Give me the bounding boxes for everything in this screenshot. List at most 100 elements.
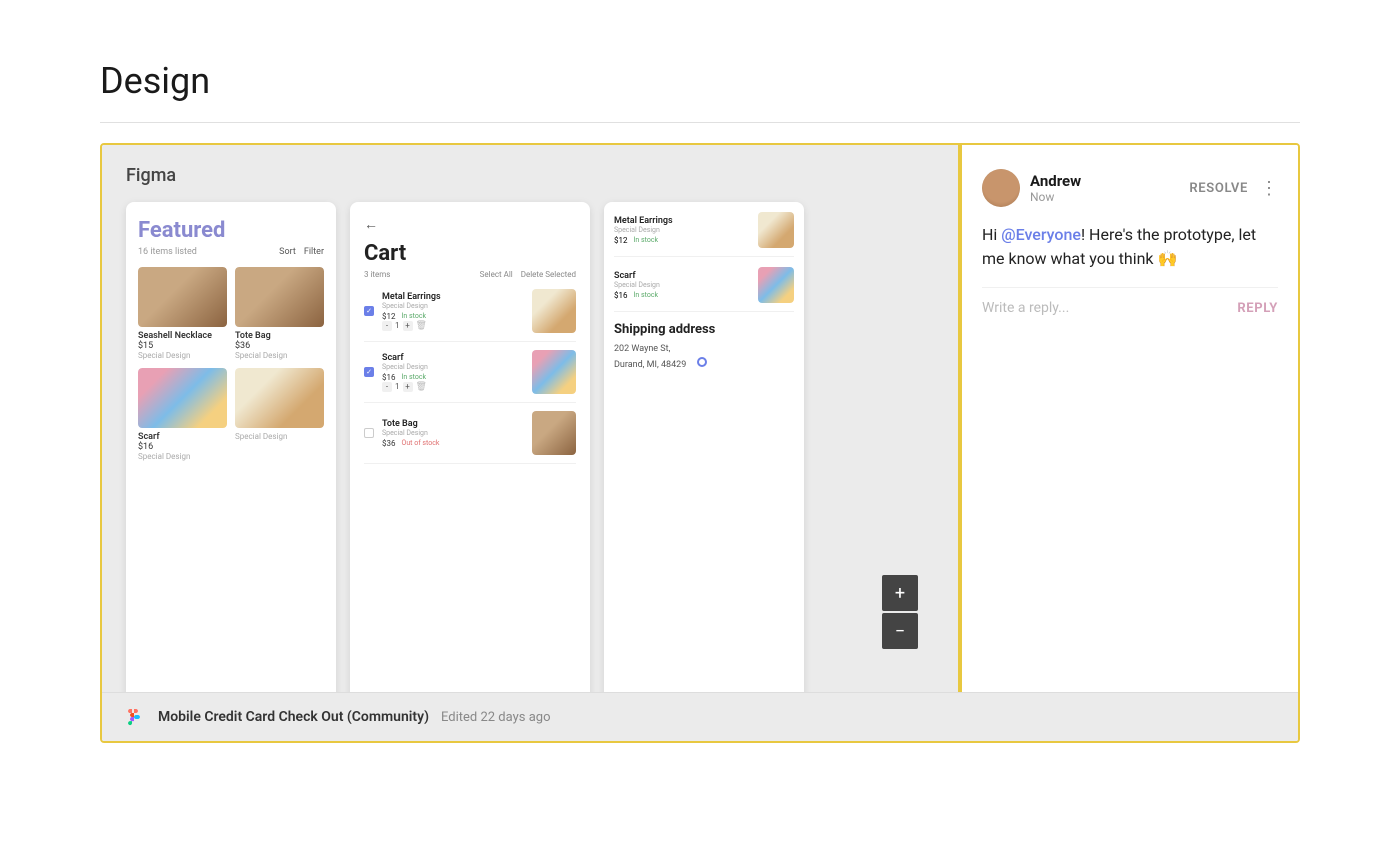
comment-text-pre: Hi	[982, 225, 1001, 244]
shipping-section: Shipping address 202 Wayne St, Durand, M…	[614, 322, 794, 372]
product-sub: Special Design	[138, 351, 227, 360]
list-item[interactable]: Special Design	[235, 368, 324, 461]
cart-item-stock: In stock	[402, 373, 427, 381]
cart-meta-actions: Select All Delete Selected	[480, 270, 576, 279]
cart-checkbox-checked[interactable]: ✓	[364, 367, 374, 377]
comment-timestamp: Now	[1030, 190, 1179, 204]
cart-item-stock: In stock	[402, 312, 427, 320]
featured-items-count: 16 items listed	[138, 247, 197, 257]
cart-detail-panel: Metal Earrings Special Design $12 In sto…	[604, 202, 804, 692]
cart-item-price-row: $36 Out of stock	[382, 439, 524, 448]
featured-meta-actions: Sort Filter	[279, 247, 324, 257]
cart-items-count: 3 items	[364, 270, 390, 279]
comment-panel: Andrew Now RESOLVE ⋮ Hi @Everyone! Here'…	[958, 145, 1298, 692]
cart-meta: 3 items Select All Delete Selected	[364, 270, 576, 279]
cart-item-info: Scarf Special Design $16 In stock - 1 +	[382, 353, 524, 392]
cart-item-sub: Special Design	[382, 429, 524, 437]
cart-item-info: Tote Bag Special Design $36 Out of stock	[382, 419, 524, 448]
cart-item-stock: Out of stock	[402, 439, 440, 447]
cart-item-name: Scarf	[382, 353, 524, 363]
cart-list-item: ✓ Metal Earrings Special Design $12 In s…	[364, 289, 576, 342]
product-image	[138, 368, 227, 428]
footer-filename: Mobile Credit Card Check Out (Community)	[158, 709, 429, 725]
comment-author-info: Andrew Now	[1030, 172, 1179, 204]
cart-detail-item-name: Metal Earrings	[614, 216, 750, 226]
comment-author-name: Andrew	[1030, 172, 1179, 190]
product-name: Scarf	[138, 432, 227, 442]
comment-mention[interactable]: @Everyone	[1001, 225, 1081, 244]
reply-area: Write a reply... REPLY	[982, 287, 1278, 316]
cart-item-image	[532, 350, 576, 394]
qty-control: - 1 + 🗑	[382, 382, 524, 392]
cart-checkbox-checked[interactable]: ✓	[364, 306, 374, 316]
product-sub: Special Design	[235, 432, 324, 441]
list-item[interactable]: Scarf $16 Special Design	[138, 368, 227, 461]
cart-detail-image	[758, 212, 794, 248]
reply-input-placeholder[interactable]: Write a reply...	[982, 300, 1237, 316]
cart-item-sub: Special Design	[382, 302, 524, 310]
product-price: $36	[235, 341, 324, 351]
divider	[100, 122, 1300, 123]
main-card: Figma Featured 16 items listed Sort Filt…	[100, 143, 1300, 743]
list-item[interactable]: Seashell Necklace $15 Special Design	[138, 267, 227, 360]
resolve-button[interactable]: RESOLVE	[1189, 181, 1248, 196]
list-item[interactable]: Tote Bag $36 Special Design	[235, 267, 324, 360]
canvas-screens-wrapper: Featured 16 items listed Sort Filter	[126, 202, 934, 692]
address-line1: 202 Wayne St,	[614, 344, 670, 354]
comment-actions: RESOLVE ⋮	[1189, 178, 1278, 199]
product-name: Tote Bag	[235, 331, 324, 341]
qty-plus[interactable]: +	[403, 321, 413, 331]
delete-icon[interactable]: 🗑	[416, 321, 427, 331]
cart-detail-list-item: Metal Earrings Special Design $12 In sto…	[614, 212, 794, 257]
product-sub: Special Design	[138, 452, 227, 461]
qty-minus[interactable]: -	[382, 321, 392, 331]
product-grid: Seashell Necklace $15 Special Design Tot…	[138, 267, 324, 461]
cart-item-price: $16	[382, 373, 396, 382]
select-all-btn[interactable]: Select All	[480, 270, 513, 279]
featured-mockup-screen: Featured 16 items listed Sort Filter	[126, 202, 336, 692]
figma-label: Figma	[126, 165, 934, 186]
card-body: Figma Featured 16 items listed Sort Filt…	[102, 145, 1298, 692]
shipping-title: Shipping address	[614, 322, 794, 337]
cart-detail-item-sub: Special Design	[614, 226, 750, 234]
cart-detail-image	[758, 267, 794, 303]
page-container: Design Figma Featured 16 items listed So…	[0, 0, 1400, 803]
qty-control: - 1 + 🗑	[382, 321, 524, 331]
figma-logo-icon	[122, 705, 146, 729]
more-options-button[interactable]: ⋮	[1260, 178, 1278, 199]
product-price: $15	[138, 341, 227, 351]
cart-detail-price: $16	[614, 291, 628, 300]
cart-detail-item-name: Scarf	[614, 271, 750, 281]
cart-title: Cart	[364, 241, 576, 266]
delete-selected-btn[interactable]: Delete Selected	[521, 270, 576, 279]
avatar	[982, 169, 1020, 207]
cart-detail-price-row: $12 In stock	[614, 236, 750, 245]
cart-back-icon[interactable]: ←	[364, 216, 576, 233]
cart-checkbox-empty[interactable]	[364, 428, 374, 438]
cart-list-item: Tote Bag Special Design $36 Out of stock	[364, 411, 576, 464]
radio-indicator[interactable]	[697, 357, 707, 367]
comment-text: Hi @Everyone! Here's the prototype, let …	[982, 223, 1278, 271]
cart-detail-price: $12	[614, 236, 628, 245]
reply-button[interactable]: REPLY	[1237, 301, 1278, 316]
cart-item-info: Metal Earrings Special Design $12 In sto…	[382, 292, 524, 331]
filter-label[interactable]: Filter	[304, 247, 324, 257]
sort-label[interactable]: Sort	[279, 247, 296, 257]
cart-item-price-row: $12 In stock	[382, 312, 524, 321]
product-name: Seashell Necklace	[138, 331, 227, 341]
cart-detail-info: Scarf Special Design $16 In stock	[614, 271, 750, 300]
card-footer: Mobile Credit Card Check Out (Community)…	[102, 692, 1298, 741]
delete-icon[interactable]: 🗑	[416, 382, 427, 392]
cart-detail-list-item: Scarf Special Design $16 In stock	[614, 267, 794, 312]
qty-plus[interactable]: +	[403, 382, 413, 392]
product-sub: Special Design	[235, 351, 324, 360]
cart-item-price: $12	[382, 312, 396, 321]
cart-detail-info: Metal Earrings Special Design $12 In sto…	[614, 216, 750, 245]
cart-detail-item-sub: Special Design	[614, 281, 750, 289]
cart-item-price: $36	[382, 439, 396, 448]
address-line2: Durand, MI, 48429	[614, 360, 686, 370]
featured-meta: 16 items listed Sort Filter	[138, 247, 324, 257]
qty-minus[interactable]: -	[382, 382, 392, 392]
qty-value: 1	[395, 382, 400, 391]
cart-item-image	[532, 411, 576, 455]
